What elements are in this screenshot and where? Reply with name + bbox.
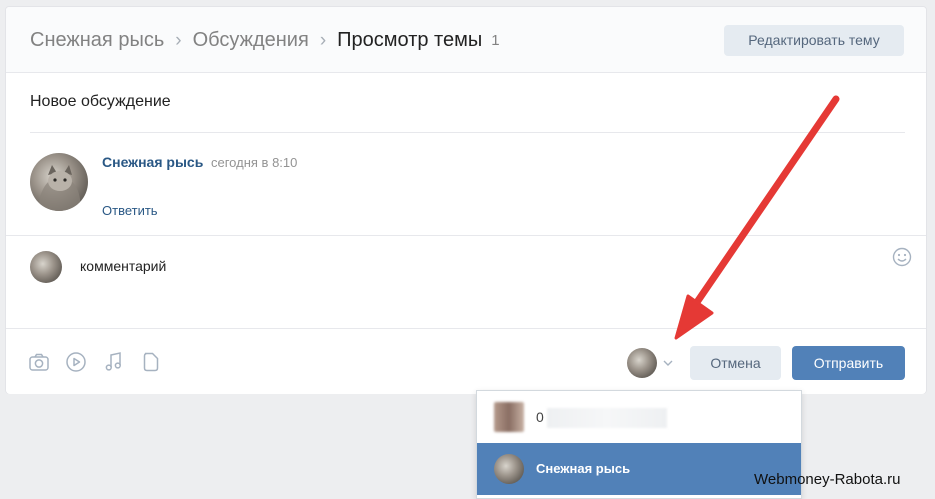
camera-icon[interactable] [28, 351, 50, 373]
video-icon[interactable] [65, 351, 87, 373]
avatar [494, 402, 524, 432]
breadcrumb-current: Просмотр темы [337, 29, 483, 51]
divider [30, 132, 905, 133]
topic-card: Снежная рысь › Обсуждения › Просмотр тем… [5, 6, 927, 394]
emoji-icon[interactable] [892, 247, 912, 267]
breadcrumb-discussions[interactable]: Обсуждения [193, 29, 309, 52]
sender-option-label: Снежная рысь [536, 461, 631, 476]
watermark: Webmoney-Rabota.ru [754, 471, 901, 488]
sender-option[interactable]: 0 [477, 391, 801, 443]
avatar [494, 454, 524, 484]
post-time[interactable]: сегодня в 8:10 [211, 155, 297, 170]
post-author-link[interactable]: Снежная рысь [102, 154, 203, 170]
divider [6, 235, 926, 236]
comment-footer: Отмена Отправить [6, 328, 926, 394]
sender-avatar[interactable] [627, 348, 657, 378]
current-user-avatar [30, 251, 62, 283]
author-avatar[interactable] [30, 153, 88, 211]
breadcrumb-separator: › [175, 30, 182, 51]
music-icon[interactable] [103, 351, 125, 373]
sender-option-label: 0 [536, 409, 544, 425]
topic-header: Снежная рысь › Обсуждения › Просмотр тем… [6, 7, 926, 73]
sender-option-selected[interactable]: Снежная рысь [477, 443, 801, 495]
send-button[interactable]: Отправить [792, 346, 905, 380]
edit-topic-button[interactable]: Редактировать тему [724, 25, 904, 56]
reply-link[interactable]: Ответить [102, 203, 158, 218]
comment-input[interactable]: комментарий [80, 258, 166, 274]
chevron-down-icon[interactable] [662, 357, 674, 369]
breadcrumb: Снежная рысь › Обсуждения › Просмотр тем… [30, 29, 500, 52]
breadcrumb-separator: › [319, 30, 327, 51]
document-icon[interactable] [140, 351, 162, 373]
topic-count: 1 [491, 32, 500, 49]
topic-title: Новое обсуждение [30, 93, 171, 110]
blurred-name [547, 408, 667, 428]
breadcrumb-community[interactable]: Снежная рысь [30, 29, 164, 52]
cancel-button[interactable]: Отмена [690, 346, 781, 380]
